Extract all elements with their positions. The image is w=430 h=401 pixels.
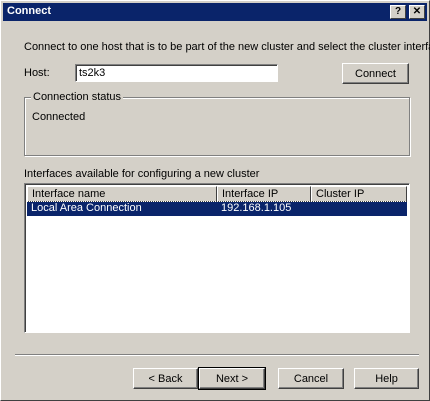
row-interface-name: Local Area Connection (31, 202, 142, 214)
help-button[interactable]: Help (354, 368, 419, 389)
back-button[interactable]: < Back (133, 368, 198, 389)
column-header-cluster-ip[interactable]: Cluster IP (311, 186, 407, 202)
window-title: Connect (7, 5, 51, 17)
separator-line-highlight (15, 355, 419, 356)
row-interface-ip: 192.168.1.105 (221, 202, 292, 214)
table-row[interactable]: Local Area Connection 192.168.1.105 (26, 201, 408, 217)
interfaces-list[interactable]: Interface name Interface IP Cluster IP L… (24, 183, 410, 333)
column-header-interface-ip[interactable]: Interface IP (217, 186, 311, 202)
connect-dialog: Connect ? ✕ Connect to one host that is … (0, 0, 430, 401)
title-bar: Connect ? ✕ (3, 3, 427, 21)
next-button[interactable]: Next > (198, 367, 266, 390)
instruction-text: Connect to one host that is to be part o… (24, 41, 430, 53)
connection-status-text: Connected (32, 111, 86, 123)
help-icon[interactable]: ? (390, 5, 406, 19)
host-input[interactable]: ts2k3 (75, 64, 278, 82)
host-label: Host: (24, 67, 50, 79)
connection-status-title: Connection status (31, 91, 124, 103)
column-header-interface-name[interactable]: Interface name (27, 186, 217, 202)
cancel-button[interactable]: Cancel (278, 368, 344, 389)
connect-button[interactable]: Connect (342, 63, 409, 84)
connection-status-group (24, 97, 410, 156)
close-icon[interactable]: ✕ (409, 5, 425, 19)
interfaces-label: Interfaces available for configuring a n… (24, 168, 260, 180)
